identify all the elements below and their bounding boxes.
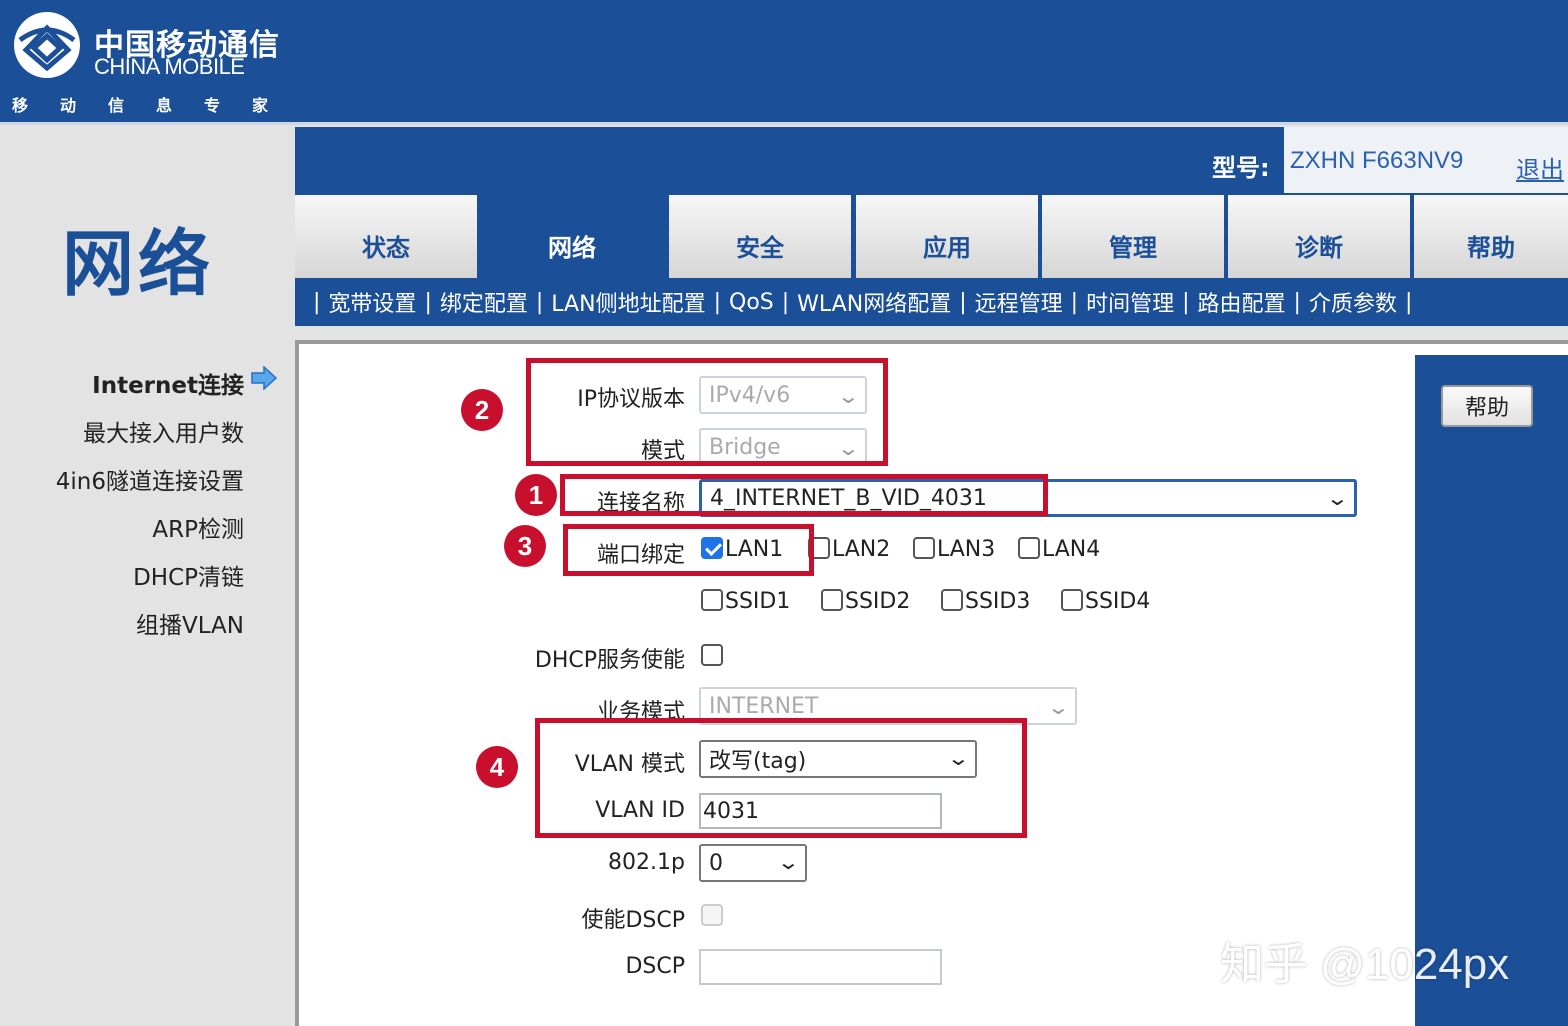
checkbox-ssid2[interactable] [821,589,843,611]
service-mode-value: INTERNET [709,693,819,719]
checkbox-dscp-enable[interactable] [701,904,723,926]
chevron-down-icon: ⌄ [776,850,801,874]
subnav-binding[interactable]: 绑定配置 [440,286,528,318]
subnav-media[interactable]: 介质参数 [1309,286,1397,318]
tab-management[interactable]: 管理 [1042,195,1226,278]
annotation-badge-3: 3 [504,525,546,567]
highlight-box-2 [526,358,888,466]
help-panel [1415,355,1568,1026]
annotation-badge-2: 2 [461,389,503,431]
tab-application[interactable]: 应用 [856,195,1040,278]
chevron-down-icon: ⌄ [1046,695,1071,719]
china-mobile-logo-icon [14,12,80,78]
help-button[interactable]: 帮助 [1441,385,1533,427]
content-panel [295,340,1568,1026]
checkbox-lan4-label: LAN4 [1042,537,1101,562]
dscp-input[interactable] [699,949,942,985]
side-item-internet[interactable]: Internet连接 [92,366,244,400]
checkbox-ssid3[interactable] [941,589,963,611]
side-item-arp[interactable]: ARP检测 [152,510,244,544]
model-value: ZXHN F663NV9 [1290,147,1464,174]
model-label: 型号: [1212,154,1270,182]
checkbox-lan4[interactable] [1018,537,1040,559]
checkbox-ssid1-label: SSID1 [725,589,791,614]
subnav-separator: | [313,289,321,315]
subnav-routing[interactable]: 路由配置 [1198,286,1286,318]
tab-status[interactable]: 状态 [295,195,479,278]
subnav-separator: | [781,289,790,315]
section-title: 网络 [62,222,215,306]
subnav-broadband[interactable]: 宽带设置 [328,286,416,318]
checkbox-ssid1[interactable] [701,589,723,611]
side-item-dhcp-clear[interactable]: DHCP清链 [133,558,244,592]
subnav-wlan[interactable]: WLAN网络配置 [797,286,951,318]
checkbox-lan3-label: LAN3 [937,537,996,562]
dot1p-value: 0 [709,850,723,876]
highlight-box-1 [560,474,1048,516]
tab-help[interactable]: 帮助 [1414,195,1568,278]
tab-diagnosis[interactable]: 诊断 [1228,195,1412,278]
dot1p-label: 802.1p [608,850,685,875]
brand-slogan: 移动信息专家 [12,96,301,115]
checkbox-lan2-label: LAN2 [832,537,891,562]
subnav-separator: | [959,289,967,315]
annotation-badge-1: 1 [515,474,557,516]
dscp-label: DSCP [625,954,685,979]
side-item-max-users[interactable]: 最大接入用户数 [83,414,244,448]
tab-network[interactable]: 网络 [481,195,665,278]
checkbox-ssid4-label: SSID4 [1085,589,1151,614]
dot1p-select[interactable]: 0 ⌄ [699,844,807,882]
side-item-4in6[interactable]: 4in6隧道连接设置 [56,462,244,496]
subnav-separator: | [535,289,544,315]
checkbox-lan3[interactable] [913,537,935,559]
china-mobile-logo: 中国移动通信 CHINA MOBILE 移动信息专家 [12,8,292,118]
chevron-down-icon: ⌄ [1325,486,1350,510]
subnav-time-management[interactable]: 时间管理 [1086,286,1174,318]
arrow-right-icon [251,366,278,390]
checkbox-ssid2-label: SSID2 [845,589,911,614]
watermark: 知乎 @1024px [1220,940,1510,989]
checkbox-dhcp[interactable] [701,644,723,666]
subnav-separator: | [1404,289,1413,315]
highlight-box-3 [563,524,814,576]
subnav-separator: | [1293,289,1301,315]
subnav-lan-address[interactable]: LAN侧地址配置 [551,286,705,318]
checkbox-ssid4[interactable] [1061,589,1083,611]
subnav-remote-management[interactable]: 远程管理 [975,286,1063,318]
tab-security[interactable]: 安全 [669,195,853,278]
checkbox-ssid3-label: SSID3 [965,589,1031,614]
brand-name-en: CHINA MOBILE [94,54,245,79]
dhcp-label: DHCP服务使能 [534,648,685,673]
subnav-separator: | [424,289,432,315]
side-item-multicast-vlan[interactable]: 组播VLAN [136,606,244,640]
subnav-qos[interactable]: QoS [729,290,774,315]
annotation-badge-4: 4 [476,746,518,788]
subnav-separator: | [1070,289,1079,315]
logout-link[interactable]: 退出 [1516,150,1564,185]
subnav-separator: | [1182,289,1190,315]
sub-navigation: | 宽带设置 | 绑定配置 | LAN侧地址配置 | QoS | WLAN网络配… [295,278,1568,326]
subnav-separator: | [713,289,721,315]
dscp-enable-label: 使能DSCP [581,908,685,933]
highlight-box-4 [535,718,1027,838]
